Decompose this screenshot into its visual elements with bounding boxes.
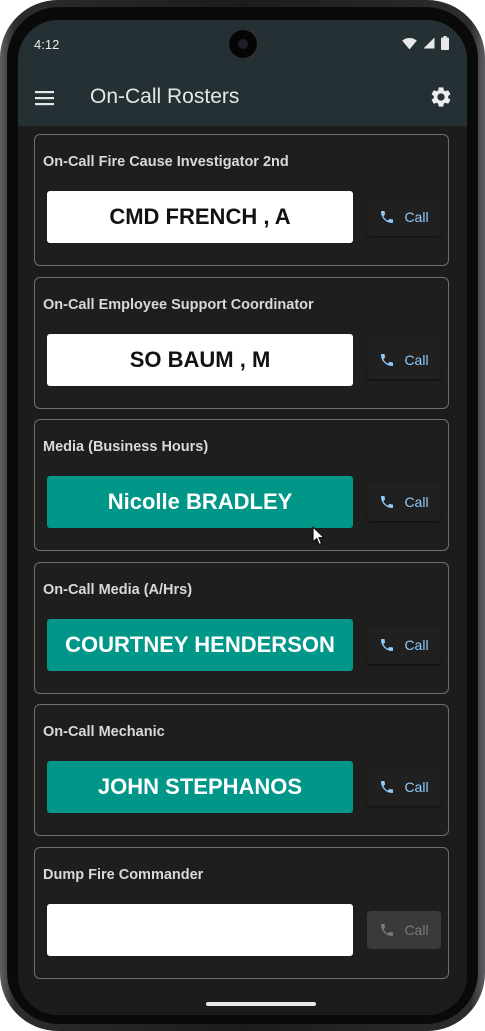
roster-card: On-Call Media (A/Hrs) COURTNEY HENDERSON C…	[34, 561, 449, 694]
roster-title: Media (Business Hours)	[43, 439, 209, 455]
screen: 4:12 On-Call Rosters On-Call Fire Cause …	[18, 20, 467, 1015]
roster-card: Dump Fire Commander Call	[34, 846, 449, 979]
on-call-name[interactable]: Nicolle BRADLEY	[47, 476, 353, 528]
call-button-label: Call	[404, 779, 429, 795]
on-call-name[interactable]	[47, 903, 353, 956]
roster-title: Dump Fire Commander	[43, 866, 204, 883]
phone-icon	[379, 494, 395, 510]
phone-icon	[379, 779, 395, 795]
on-call-name[interactable]: COURTNEY HENDERSON	[47, 618, 353, 671]
roster-card: On-Call Employee Support Coordinator SO B…	[34, 276, 449, 409]
gear-icon[interactable]	[429, 85, 453, 109]
signal-icon	[423, 37, 435, 49]
call-button[interactable]: Call	[367, 768, 441, 806]
call-button-label: Call	[404, 351, 429, 368]
call-button[interactable]: Call	[367, 340, 441, 379]
roster-title: On-Call Media (A/Hrs)	[43, 581, 193, 598]
on-call-name[interactable]: JOHN STEPHANOS	[47, 761, 353, 813]
mouse-cursor-icon	[312, 526, 325, 546]
hamburger-menu-icon[interactable]	[34, 87, 56, 109]
on-call-name[interactable]: SO BAUM , M	[47, 333, 353, 386]
roster-card: Media (Business Hours) Nicolle BRADLEY Cal…	[34, 419, 449, 551]
status-bar: 4:12	[18, 20, 467, 70]
phone-icon	[379, 637, 395, 653]
phone-icon	[379, 922, 395, 938]
roster-title: On-Call Employee Support Coordinator	[43, 296, 314, 313]
call-button[interactable]: Call	[367, 198, 441, 236]
roster-title: On-Call Mechanic	[43, 724, 165, 740]
call-button[interactable]: Call	[367, 483, 441, 521]
call-button[interactable]: Call	[367, 625, 441, 664]
status-icons	[402, 36, 449, 50]
phone-icon	[379, 352, 395, 368]
roster-card: On-Call Mechanic JOHN STEPHANOS Call	[34, 704, 449, 836]
call-button-label: Call	[404, 209, 429, 225]
roster-card: On-Call Fire Cause Investigator 2nd CMD F…	[34, 134, 449, 266]
app-bar: On-Call Rosters	[18, 70, 467, 126]
wifi-icon	[402, 37, 417, 49]
call-button: Call	[367, 910, 441, 949]
home-indicator[interactable]	[206, 1002, 316, 1006]
phone-icon	[379, 209, 395, 225]
battery-icon	[441, 36, 449, 50]
call-button-label: Call	[404, 921, 429, 938]
page-title: On-Call Rosters	[90, 85, 240, 108]
roster-list: On-Call Fire Cause Investigator 2nd CMD F…	[18, 126, 467, 1015]
status-time: 4:12	[34, 37, 60, 52]
call-button-label: Call	[404, 494, 429, 510]
on-call-name[interactable]: CMD FRENCH , A	[47, 191, 353, 243]
roster-title: On-Call Fire Cause Investigator 2nd	[43, 154, 289, 170]
front-camera	[228, 29, 258, 59]
call-button-label: Call	[404, 636, 429, 653]
